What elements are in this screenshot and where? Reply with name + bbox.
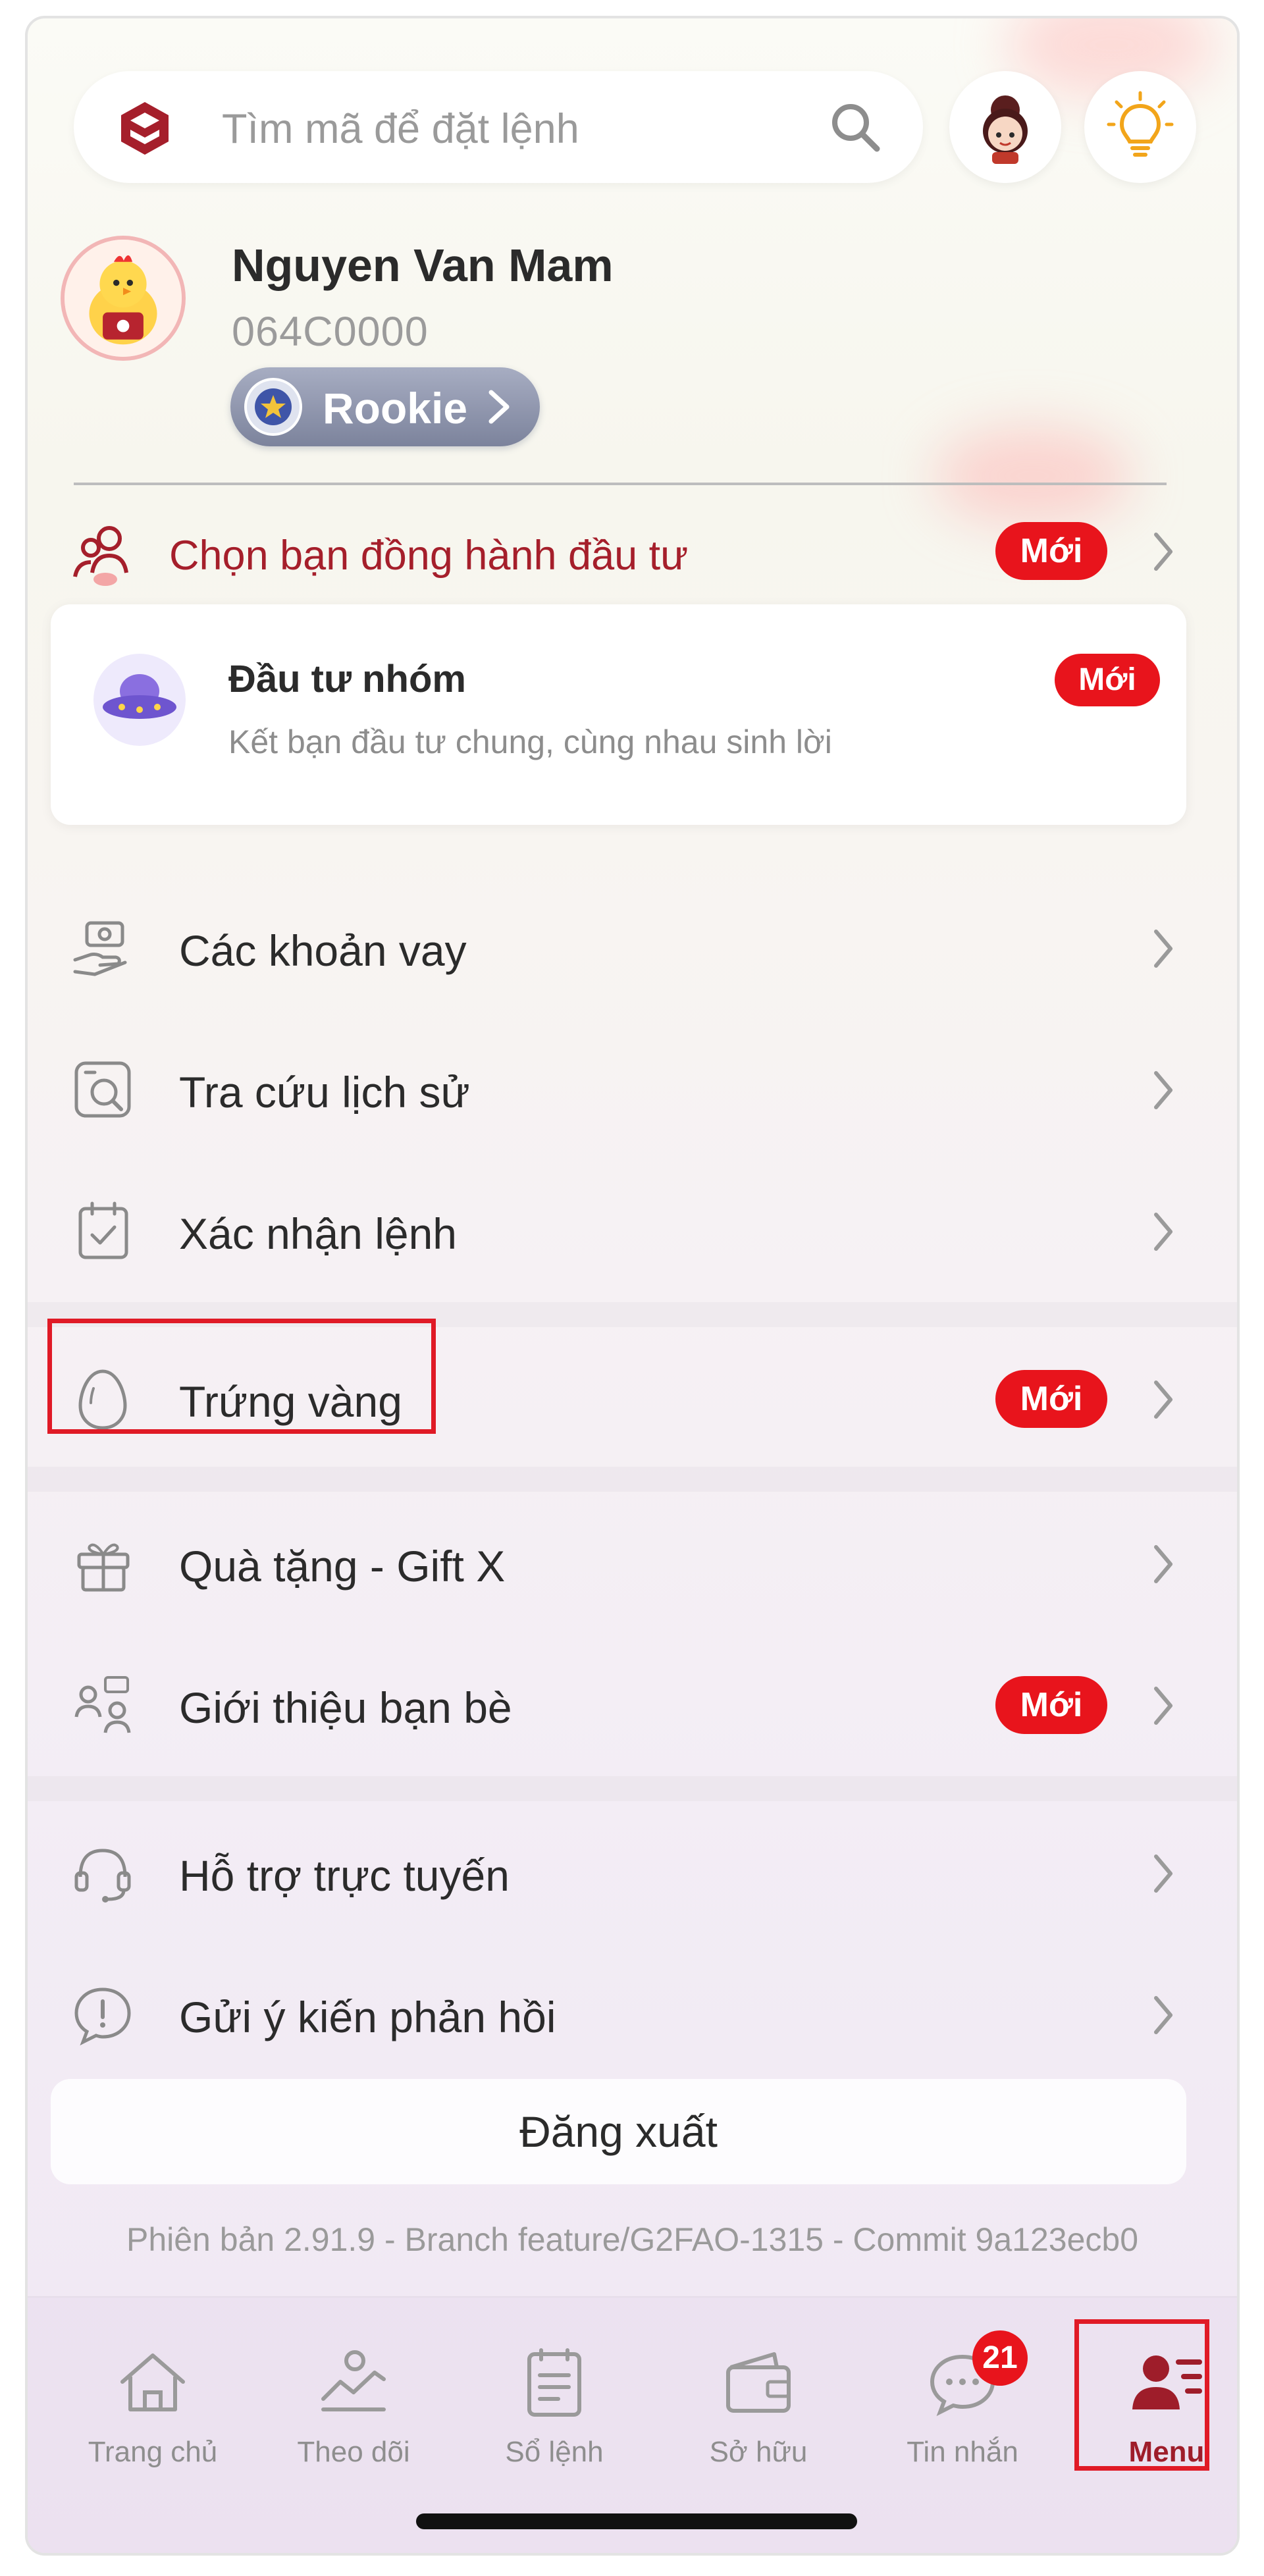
menu-item-label: Xác nhận lệnh (179, 1209, 458, 1258)
feedback-icon (74, 1987, 131, 2046)
home-icon (120, 2353, 185, 2411)
chevron-right-icon[interactable] (1147, 525, 1180, 578)
chevron-right-icon (1154, 930, 1172, 968)
menu-item-label: Quà tặng - Gift X (179, 1542, 506, 1590)
account-number: 064C0000 (232, 309, 429, 355)
profile-avatar[interactable] (61, 236, 186, 361)
order-book-icon (527, 2348, 581, 2417)
menu-item-label: Gửi ý kiến phản hồi (179, 1993, 556, 2041)
app-screen: Tìm mã để đặt lệnh Nguyen Van Mam 064C00… (25, 16, 1240, 2556)
refer-friends-icon (74, 1676, 131, 1733)
lightbulb-button[interactable] (1084, 71, 1196, 183)
menu-item-order-confirm[interactable]: Xác nhận lệnh (28, 1161, 1237, 1302)
menu-item-history[interactable]: Tra cứu lịch sử (28, 1019, 1237, 1161)
rank-badge-button[interactable]: Rookie (230, 367, 540, 446)
lightbulb-icon (1107, 91, 1174, 157)
new-badge: Mới (995, 522, 1107, 580)
home-indicator (416, 2513, 857, 2529)
profile-name: Nguyen Van Mam (232, 240, 614, 291)
menu-item-label: Giới thiệu bạn bè (179, 1683, 512, 1732)
nav-label: Sổ lệnh (505, 2436, 604, 2468)
menu-item-refer-friends[interactable]: Giới thiệu bạn bè Mới (28, 1635, 1237, 1776)
new-badge: Mới (995, 1676, 1107, 1734)
wallet-icon (726, 2352, 791, 2413)
loan-hand-icon (73, 921, 127, 976)
nav-label: Sở hữu (709, 2436, 808, 2468)
rank-label: Rookie (323, 384, 468, 433)
new-badge: Mới (995, 1370, 1107, 1428)
menu-item-loans[interactable]: Các khoản vay (28, 878, 1237, 1019)
section-separator (28, 1776, 1237, 1801)
highlight-box (47, 1319, 436, 1434)
nav-home[interactable]: Trang chủ (54, 2344, 251, 2502)
chevron-right-icon (1154, 1071, 1172, 1109)
menu-item-online-support[interactable]: Hỗ trợ trực tuyến (28, 1802, 1237, 1944)
nav-label: Tin nhắn (907, 2436, 1018, 2468)
highlight-box (1074, 2319, 1209, 2471)
nav-label: Theo dõi (297, 2436, 410, 2468)
unread-count-badge: 21 (972, 2330, 1028, 2386)
group-invest-subtitle: Kết bạn đầu tư chung, cùng nhau sinh lời (228, 723, 832, 760)
chevron-right-icon (488, 390, 510, 424)
menu-item-label: Tra cứu lịch sử (179, 1068, 470, 1117)
order-confirm-icon (78, 1201, 128, 1259)
headset-icon (74, 1849, 131, 1903)
history-search-icon (74, 1061, 131, 1118)
group-invest-title: Đầu tư nhóm (228, 658, 466, 700)
nav-watchlist[interactable]: Theo dõi (255, 2344, 452, 2502)
nav-label: Trang chủ (88, 2436, 218, 2468)
logout-button[interactable]: Đăng xuất (51, 2079, 1186, 2184)
search-bar[interactable]: Tìm mã để đặt lệnh (74, 71, 923, 183)
new-badge: Mới (1055, 654, 1160, 706)
chevron-right-icon (1154, 1380, 1172, 1419)
ufo-icon (93, 654, 186, 746)
character-avatar-button[interactable] (949, 71, 1061, 183)
section-separator (28, 1467, 1237, 1492)
companion-users-icon (73, 526, 128, 586)
nav-holdings[interactable]: Sở hữu (660, 2344, 857, 2502)
menu-item-label: Hỗ trợ trực tuyến (179, 1851, 510, 1900)
group-invest-card[interactable]: Đầu tư nhóm Kết bạn đầu tư chung, cùng n… (51, 604, 1186, 825)
version-text: Phiên bản 2.91.9 - Branch feature/G2FAO-… (126, 2221, 1138, 2258)
chevron-right-icon (1154, 1687, 1172, 1725)
search-placeholder: Tìm mã để đặt lệnh (222, 106, 579, 152)
chicken-mascot-icon (65, 240, 182, 357)
chevron-right-icon (1154, 1545, 1172, 1583)
profile-divider (74, 483, 1167, 485)
character-avatar-icon (983, 95, 1028, 164)
nav-messages[interactable]: 21 Tin nhắn (864, 2330, 1061, 2502)
nav-order-book[interactable]: Sổ lệnh (456, 2344, 653, 2502)
medal-icon (244, 378, 302, 436)
search-icon[interactable] (827, 99, 883, 155)
chevron-right-icon (1154, 1996, 1172, 2034)
background-glow (934, 427, 1132, 525)
menu-item-feedback[interactable]: Gửi ý kiến phản hồi (28, 1944, 1237, 2086)
brand-logo-icon (121, 102, 169, 155)
menu-item-label: Các khoản vay (179, 926, 467, 975)
gift-icon (77, 1543, 130, 1592)
menu-item-gift[interactable]: Quà tặng - Gift X (28, 1493, 1237, 1635)
companion-label[interactable]: Chọn bạn đồng hành đầu tư (169, 532, 688, 579)
chevron-right-icon (1154, 1213, 1172, 1251)
watchlist-icon (321, 2350, 386, 2411)
chevron-right-icon (1154, 1854, 1172, 1893)
